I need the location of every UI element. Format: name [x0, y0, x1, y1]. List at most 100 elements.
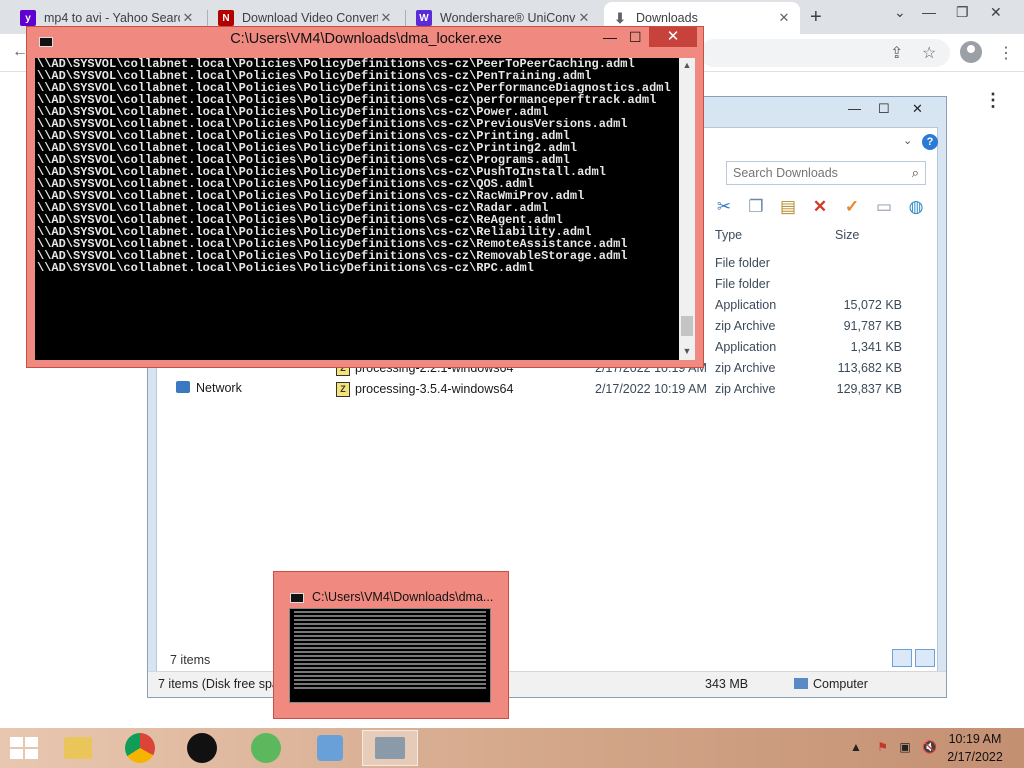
taskbar-downloader[interactable]	[238, 730, 294, 766]
preview-line	[294, 655, 486, 657]
checkmark-icon[interactable]: ✓	[840, 195, 864, 219]
close-icon[interactable]: ✕	[576, 10, 592, 26]
clock-time[interactable]: 10:19 AM	[930, 732, 1020, 746]
console-icon	[375, 737, 405, 759]
thumbnail-image	[289, 608, 491, 703]
file-type: zip Archive	[715, 319, 776, 333]
close-icon[interactable]: ✕	[180, 10, 196, 26]
close-button[interactable]: ✕	[649, 27, 697, 47]
wondershare-icon: W	[416, 10, 432, 26]
preview-line	[294, 667, 486, 669]
maximize-icon[interactable]: ☐	[878, 101, 890, 117]
toolbar-icons: ✂ ❐ ▤ ✕ ✓ ▭ ◍	[712, 195, 928, 219]
preview-line	[294, 635, 486, 637]
star-icon[interactable]: ☆	[922, 43, 936, 63]
cut-icon[interactable]: ✂	[712, 195, 736, 219]
downloads-more-icon[interactable]: ⋮	[984, 90, 1002, 111]
minimize-icon[interactable]: —	[603, 29, 617, 45]
download-icon: ⬇	[614, 9, 626, 26]
network-icon[interactable]: ▣	[899, 740, 910, 754]
status-computer-label: Computer	[813, 677, 868, 691]
tab-title: Wondershare® UniConverter	[440, 11, 576, 25]
scrollbar[interactable]: ▲ ▼	[679, 58, 695, 360]
column-size[interactable]: Size	[835, 228, 859, 242]
file-type: Application	[715, 298, 777, 312]
close-icon[interactable]: ✕	[990, 4, 1002, 21]
preview-line	[294, 631, 486, 633]
large-icons-view-icon[interactable]	[915, 649, 935, 667]
taskbar: ▲ ⚑ ▣ 🔇 10:19 AM 2/17/2022	[0, 728, 1024, 768]
show-hidden-icons-icon[interactable]: ▲	[850, 740, 862, 754]
file-size: 129,837 KB	[836, 382, 902, 396]
file-row[interactable]: Z processing-3.5.4-windows64 2/17/2022 1…	[148, 382, 928, 402]
profile-avatar[interactable]	[960, 41, 982, 63]
chevron-up-icon[interactable]: ▲	[679, 60, 695, 70]
search-field[interactable]: ⌕	[726, 161, 926, 185]
close-icon[interactable]: ✕	[912, 101, 923, 117]
yahoo-icon: y	[20, 10, 36, 26]
search-icon[interactable]: ⌕	[912, 165, 919, 181]
file-type: Application	[715, 340, 777, 354]
scrollbar-thumb[interactable]	[681, 316, 693, 336]
preview-line	[294, 627, 486, 629]
file-size: 113,682 KB	[837, 361, 902, 375]
chevron-down-icon[interactable]: ⌄	[894, 4, 906, 21]
close-icon[interactable]: ✕	[378, 10, 394, 26]
console-output-area[interactable]: \\AD\SYSVOL\collabnet.local\Policies\Pol…	[35, 58, 695, 360]
preview-line	[294, 671, 486, 673]
tab-title: Download Video Converter	[242, 11, 378, 25]
network-icon	[176, 381, 190, 393]
chevron-down-icon[interactable]: ▼	[679, 346, 695, 356]
nav-item-network[interactable]: Network	[176, 381, 242, 395]
clock-date[interactable]: 2/17/2022	[930, 750, 1020, 764]
file-type: zip Archive	[715, 382, 776, 396]
preview-line	[294, 663, 486, 665]
preview-line	[294, 679, 486, 681]
processing-icon	[187, 733, 217, 763]
address-bar[interactable]	[700, 39, 950, 67]
taskbar-chrome[interactable]	[112, 730, 168, 766]
file-date: 2/17/2022 10:19 AM	[595, 382, 707, 396]
chrome-icon	[125, 733, 155, 763]
preview-line	[294, 687, 486, 689]
globe-icon[interactable]: ◍	[904, 195, 928, 219]
new-tab-button[interactable]: +	[810, 6, 822, 29]
status-disk-free: 7 items (Disk free space	[158, 677, 293, 691]
thumbnail-title: C:\Users\VM4\Downloads\dma...	[312, 590, 494, 604]
copy-icon[interactable]: ❐	[744, 195, 768, 219]
taskbar-processing[interactable]	[174, 730, 230, 766]
nch-icon: N	[218, 10, 234, 26]
flag-icon[interactable]: ⚑	[877, 740, 888, 754]
chevron-down-icon[interactable]: ⌄	[903, 134, 912, 147]
column-type[interactable]: Type	[715, 228, 742, 242]
rename-icon[interactable]: ▭	[872, 195, 896, 219]
paste-icon[interactable]: ▤	[776, 195, 800, 219]
taskbar-control-panel[interactable]	[302, 730, 358, 766]
minimize-icon[interactable]: —	[848, 101, 861, 116]
share-icon[interactable]: ⇪	[890, 43, 903, 63]
maximize-icon[interactable]: ☐	[629, 29, 642, 46]
file-name: processing-3.5.4-windows64	[355, 382, 514, 396]
file-type: zip Archive	[715, 361, 776, 375]
items-count: 7 items	[170, 653, 211, 667]
preview-line	[294, 619, 486, 621]
tab-title: mp4 to avi - Yahoo Search	[44, 11, 180, 25]
start-button[interactable]	[10, 737, 38, 759]
zip-file-icon: Z	[336, 382, 350, 397]
taskbar-thumbnail-preview[interactable]: C:\Users\VM4\Downloads\dma...	[273, 571, 509, 719]
minimize-icon[interactable]: —	[922, 4, 936, 20]
file-type: File folder	[715, 256, 770, 270]
taskbar-file-explorer[interactable]	[50, 730, 106, 766]
taskbar-console[interactable]	[362, 730, 418, 766]
delete-icon[interactable]: ✕	[808, 195, 832, 219]
download-icon	[251, 733, 281, 763]
search-input[interactable]	[733, 165, 903, 181]
details-view-icon[interactable]	[892, 649, 912, 667]
kebab-menu-icon[interactable]: ⋮	[998, 43, 1014, 63]
restore-icon[interactable]: ❐	[956, 4, 969, 21]
nav-label: Network	[196, 381, 242, 395]
help-icon[interactable]: ?	[922, 134, 938, 150]
close-icon[interactable]: ✕	[776, 10, 792, 26]
preview-line	[294, 611, 486, 613]
tab-title: Downloads	[636, 11, 698, 25]
